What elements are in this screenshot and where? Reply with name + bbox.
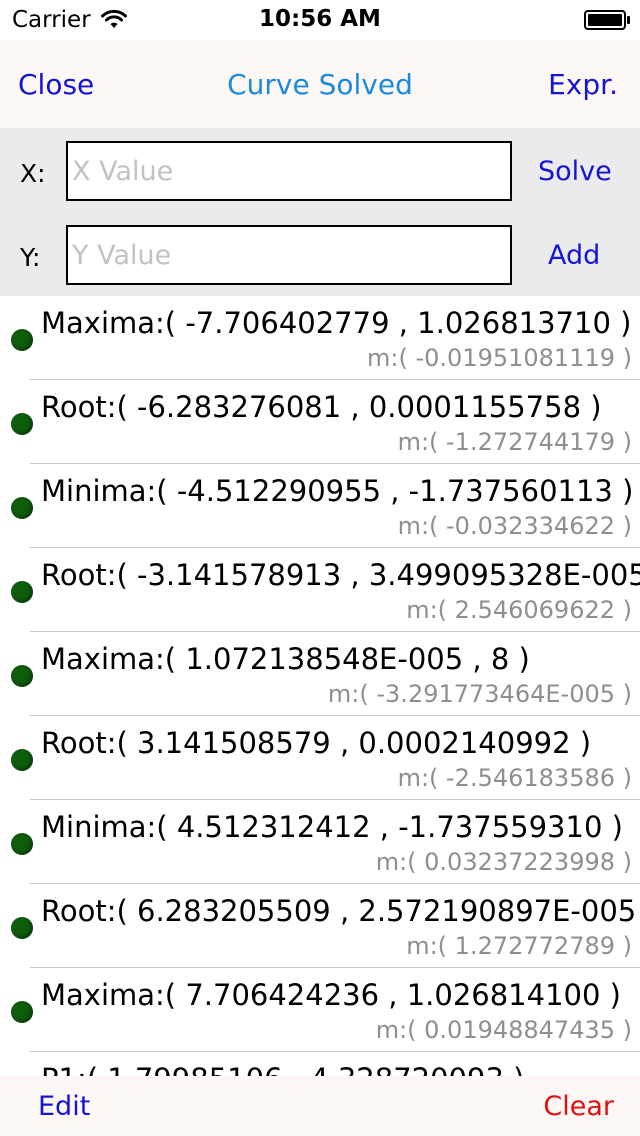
green-dot-icon xyxy=(11,497,33,519)
clear-button[interactable]: Clear xyxy=(543,1091,614,1122)
list-item[interactable]: Minima:( 4.512312412 , -1.737559310 ) m:… xyxy=(0,800,640,884)
point-slope: m:( -0.032334622 ) xyxy=(397,512,632,540)
point-title: Root:( 3.141508579 , 0.0002140992 ) xyxy=(41,726,592,760)
solve-button[interactable]: Solve xyxy=(538,156,612,187)
point-title: Minima:( 4.512312412 , -1.737559310 ) xyxy=(41,810,623,844)
list-item[interactable]: Root:( -3.141578913 , 3.499095328E-005 )… xyxy=(0,548,640,632)
point-slope: m:( -1.272744179 ) xyxy=(397,428,632,456)
x-value-input[interactable] xyxy=(66,141,512,201)
point-slope: m:( 0.03237223998 ) xyxy=(375,848,632,876)
green-dot-icon xyxy=(11,833,33,855)
point-slope: m:( 1.272772789 ) xyxy=(406,932,632,960)
list-item[interactable]: Maxima:( 1.072138548E-005 , 8 ) m:( -3.2… xyxy=(0,632,640,716)
list-item[interactable]: P1:( 1.79985106 , 4.328720093 ) xyxy=(0,1052,640,1076)
point-title: Minima:( -4.512290955 , -1.737560113 ) xyxy=(41,474,634,508)
list-item[interactable]: Root:( 6.283205509 , 2.572190897E-005 ) … xyxy=(0,884,640,968)
add-button[interactable]: Add xyxy=(548,240,600,271)
green-dot-icon xyxy=(11,581,33,603)
list-item[interactable]: Minima:( -4.512290955 , -1.737560113 ) m… xyxy=(0,464,640,548)
battery-icon xyxy=(584,10,630,30)
status-bar: Carrier 10:56 AM xyxy=(0,0,640,40)
list-item[interactable]: Root:( 3.141508579 , 0.0002140992 ) m:( … xyxy=(0,716,640,800)
point-slope: m:( -3.291773464E-005 ) xyxy=(327,680,632,708)
y-label: Y: xyxy=(20,243,41,272)
point-title: Root:( 6.283205509 , 2.572190897E-005 ) xyxy=(41,894,640,928)
point-title: Maxima:( -7.706402779 , 1.026813710 ) xyxy=(41,306,632,340)
point-slope: m:( 0.01948847435 ) xyxy=(375,1016,632,1044)
list-item[interactable]: Maxima:( 7.706424236 , 1.026814100 ) m:(… xyxy=(0,968,640,1052)
y-value-input[interactable] xyxy=(66,225,512,285)
green-dot-icon xyxy=(11,329,33,351)
green-dot-icon xyxy=(11,665,33,687)
points-list[interactable]: Maxima:( -7.706402779 , 1.026813710 ) m:… xyxy=(0,296,640,1076)
expression-button[interactable]: Expr. xyxy=(548,68,618,101)
green-dot-icon xyxy=(11,917,33,939)
edit-button[interactable]: Edit xyxy=(38,1091,90,1122)
point-slope: m:( -0.01951081119 ) xyxy=(367,344,632,372)
point-title: Maxima:( 7.706424236 , 1.026814100 ) xyxy=(41,978,621,1012)
list-item[interactable]: Maxima:( -7.706402779 , 1.026813710 ) m:… xyxy=(0,296,640,380)
point-slope: m:( 2.546069622 ) xyxy=(406,596,632,624)
point-title: Maxima:( 1.072138548E-005 , 8 ) xyxy=(41,642,530,676)
status-clock: 10:56 AM xyxy=(259,6,381,32)
point-slope: m:( -2.546183586 ) xyxy=(397,764,632,792)
bottom-toolbar: Edit Clear xyxy=(0,1076,640,1136)
x-label: X: xyxy=(20,159,46,188)
list-item[interactable]: Root:( -6.283276081 , 0.0001155758 ) m:(… xyxy=(0,380,640,464)
point-title: P1:( 1.79985106 , 4.328720093 ) xyxy=(41,1062,524,1076)
point-title: Root:( -3.141578913 , 3.499095328E-005 ) xyxy=(41,558,640,592)
green-dot-icon xyxy=(11,749,33,771)
page-title: Curve Solved xyxy=(227,68,413,101)
point-title: Root:( -6.283276081 , 0.0001155758 ) xyxy=(41,390,602,424)
input-panel: X: Solve Y: Add xyxy=(0,128,640,296)
green-dot-icon xyxy=(11,413,33,435)
green-dot-icon xyxy=(11,1001,33,1023)
navigation-bar: Close Curve Solved Expr. xyxy=(0,40,640,128)
